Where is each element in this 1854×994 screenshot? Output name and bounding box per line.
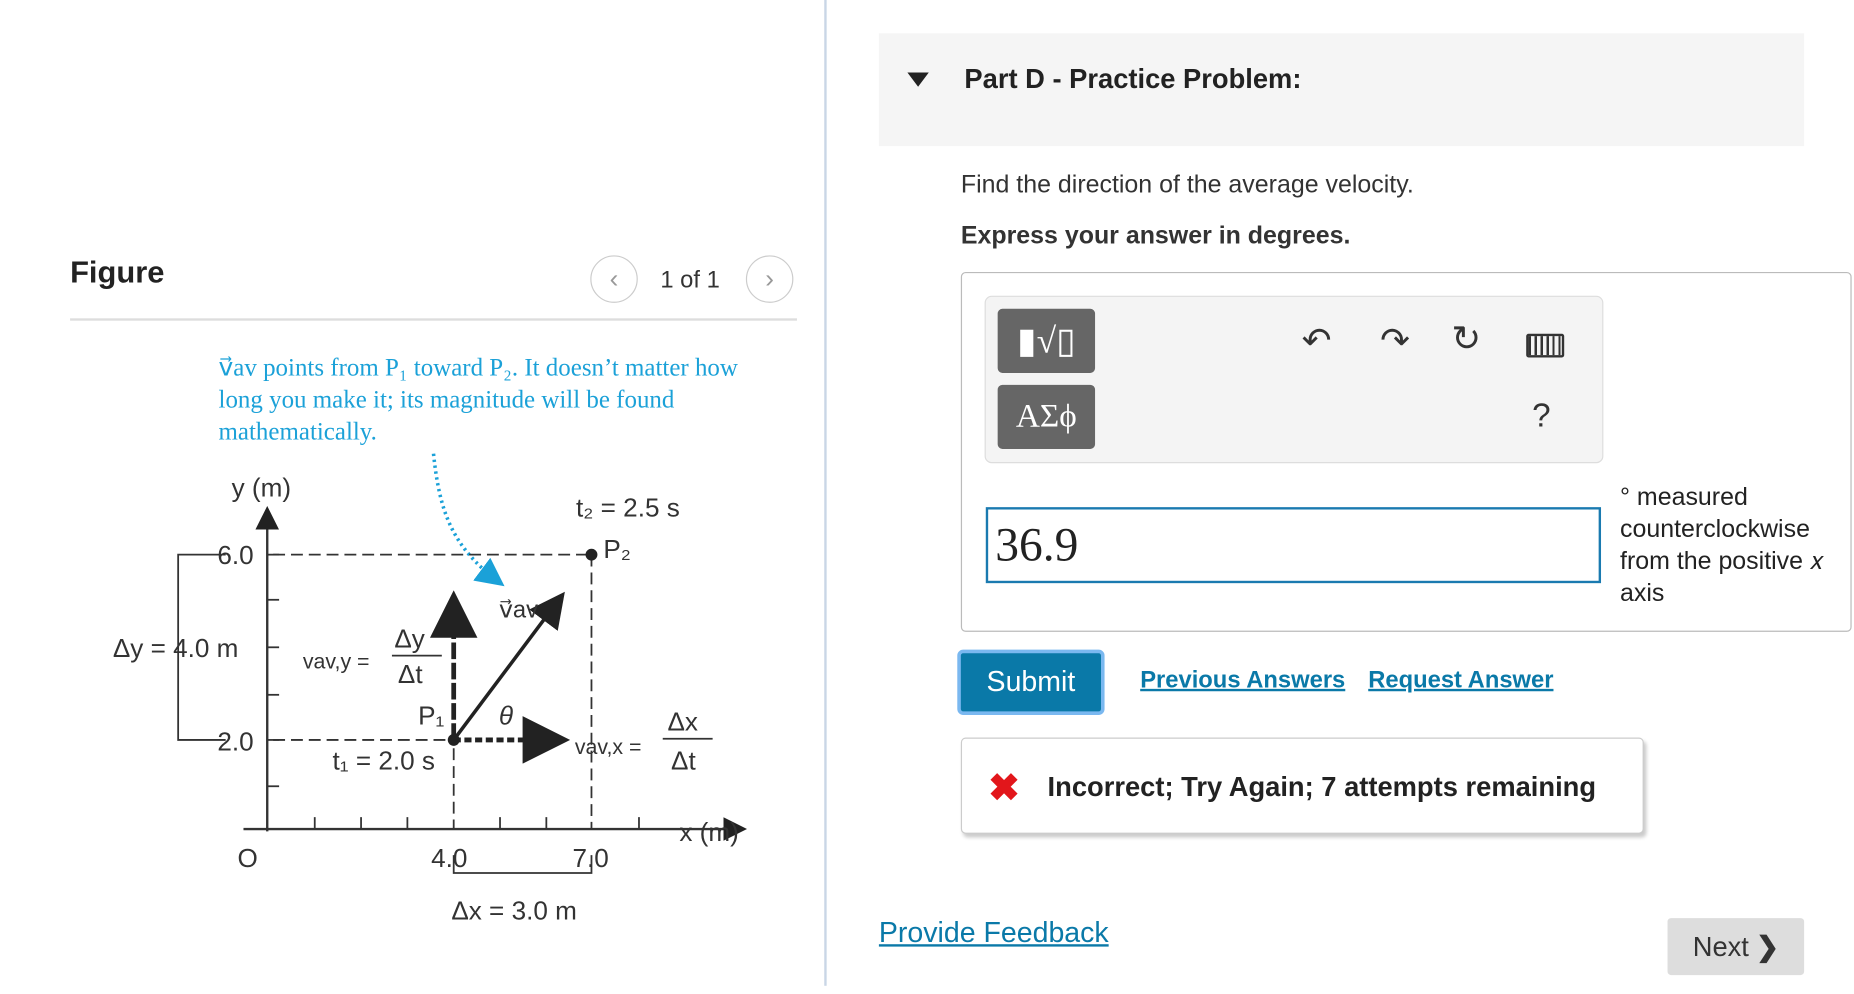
svg-text:4.0: 4.0 [431,843,467,873]
next-label: Next [1692,930,1749,962]
svg-text:t₁ = 2.0 s: t₁ = 2.0 s [333,746,435,776]
collapse-triangle-icon[interactable] [907,72,929,87]
next-button[interactable]: Next ❯ [1667,918,1805,976]
svg-text:P₁: P₁ [418,700,444,730]
keyboard-icon[interactable] [1526,333,1565,358]
svg-text:θ: θ [499,700,513,730]
feedback-text: Incorrect; Try Again; 7 attempts remaini… [1047,770,1597,802]
svg-text:Δx: Δx [667,706,698,736]
point-p2 [585,548,598,561]
help-button[interactable]: ? [1532,397,1551,435]
chevron-right-icon: › [765,263,774,294]
svg-text:Δt: Δt [398,659,423,689]
chevron-right-icon: ❯ [1756,930,1779,962]
prev-figure-button[interactable]: ‹ [590,255,638,303]
svg-text:Δy: Δy [394,623,425,653]
svg-text:Δy = 4.0 m: Δy = 4.0 m [113,633,239,663]
figure-caption: v⃗av points from P₁ toward P₂. It doesn’… [218,352,738,446]
request-answer-link[interactable]: Request Answer [1368,667,1553,694]
svg-text:O: O [238,843,258,873]
instruction-text: Express your answer in degrees. [960,222,1351,250]
undo-icon[interactable]: ↶ [1302,321,1332,363]
svg-text:6.0: 6.0 [217,540,253,570]
previous-answers-link[interactable]: Previous Answers [1140,667,1345,694]
part-title: Part D - Practice Problem: [964,62,1302,94]
svg-text:P₂: P₂ [603,534,631,564]
redo-icon[interactable]: ↷ [1380,321,1410,363]
svg-text:Δt: Δt [671,746,696,776]
unit-label: ° measured counterclockwise from the pos… [1620,483,1824,607]
svg-text:t₂ = 2.5 s: t₂ = 2.5 s [576,493,680,523]
submit-button[interactable]: Submit [957,649,1105,715]
question-text: Find the direction of the average veloci… [960,171,1414,199]
figure-divider [70,318,797,321]
svg-text:7.0: 7.0 [572,843,608,873]
incorrect-x-icon: ✖ [988,766,1021,809]
next-figure-button[interactable]: › [745,255,794,303]
svg-text:vav,y =: vav,y = [303,650,370,674]
greek-symbols-button[interactable]: ΑΣϕ [997,384,1096,449]
svg-text:2.0: 2.0 [217,727,253,757]
svg-text:y (m): y (m) [232,472,291,502]
chevron-left-icon: ‹ [609,263,619,294]
figure-title: Figure [70,254,165,290]
svg-text:v⃗av: v⃗av [499,597,538,624]
reset-icon[interactable]: ↻ [1451,318,1481,360]
provide-feedback-link[interactable]: Provide Feedback [879,917,1109,950]
svg-text:vav,x =: vav,x = [575,735,642,759]
answer-input[interactable]: 36.9 [985,507,1602,584]
point-p1 [447,733,460,746]
pane-divider[interactable] [824,0,827,986]
figure-diagram: y (m) x (m) O 6.0 2.0 4.0 7.0 t₂ = 2.5 s… [113,453,748,925]
figure-pager: 1 of 1 [660,267,720,294]
templates-button[interactable]: ▮√▯ [997,308,1096,373]
svg-text:Δx = 3.0 m: Δx = 3.0 m [451,895,577,925]
pointer-line [431,453,505,587]
svg-text:x (m): x (m) [679,817,738,847]
